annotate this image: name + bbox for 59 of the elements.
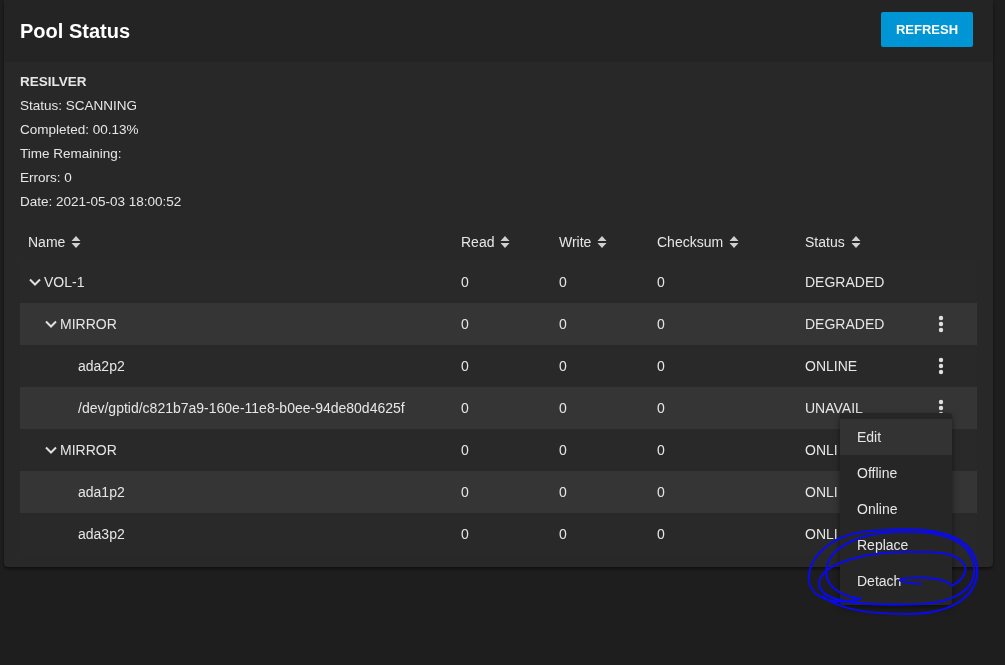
- table-cell: 0: [657, 484, 665, 500]
- table-cell: ONLI: [805, 442, 838, 458]
- scan-info-text: Date: 2021-05-03 18:00:52: [20, 193, 183, 211]
- table-cell: 0: [559, 484, 567, 500]
- table-cell: 0: [559, 400, 567, 416]
- table-cell: 0: [559, 316, 567, 332]
- device-name: MIRROR: [60, 442, 117, 458]
- column-header[interactable]: Write: [551, 233, 649, 250]
- device-name: ada2p2: [78, 358, 125, 374]
- table-cell: ONLI: [805, 526, 838, 542]
- table-cell: 0: [461, 526, 469, 542]
- table-cell: DEGRADED: [805, 316, 885, 332]
- scan-info-text: Time Remaining:: [20, 145, 123, 163]
- table-cell: 0: [461, 442, 469, 458]
- device-name: VOL-1: [44, 274, 85, 290]
- more-options-icon[interactable]: [938, 315, 944, 333]
- table-cell: 0: [657, 274, 665, 290]
- device-name: MIRROR: [60, 316, 117, 332]
- table-cell: 0: [657, 526, 665, 542]
- table-cell: 0: [559, 358, 567, 374]
- table-cell: 0: [461, 400, 469, 416]
- scan-info-text: Errors: 0: [20, 169, 73, 187]
- table-cell: ONLI: [805, 484, 838, 500]
- menu-item[interactable]: Offline: [840, 455, 952, 491]
- device-name: /dev/gptid/c821b7a9-160e-11e8-b0ee-94de80d4625f: [78, 400, 405, 416]
- table-cell: 0: [461, 358, 469, 374]
- menu-item[interactable]: Online: [840, 491, 952, 527]
- table-cell: 0: [657, 442, 665, 458]
- scan-info-text: Status: SCANNING: [20, 97, 139, 115]
- sort-icon: [850, 234, 861, 249]
- sort-icon: [729, 234, 740, 249]
- device-name: ada1p2: [78, 484, 125, 500]
- menu-item[interactable]: Replace: [840, 527, 952, 563]
- card-title: Pool Status: [20, 19, 130, 43]
- column-header[interactable]: Name: [20, 233, 453, 250]
- table-cell: 0: [559, 274, 567, 290]
- scan-heading: RESILVER: [20, 73, 88, 91]
- table-cell: DEGRADED: [805, 274, 885, 290]
- column-header[interactable]: Status: [797, 233, 917, 250]
- more-options-icon[interactable]: [938, 357, 944, 375]
- menu-item[interactable]: Detach: [840, 563, 952, 599]
- sort-icon: [71, 234, 82, 249]
- scan-info-text: Completed: 00.13%: [20, 121, 140, 139]
- table-cell: 0: [461, 316, 469, 332]
- device-name: ada3p2: [78, 526, 125, 542]
- table-cell: UNAVAIL: [805, 400, 863, 416]
- table-cell: 0: [657, 358, 665, 374]
- table-cell: 0: [559, 442, 567, 458]
- sort-icon: [597, 234, 608, 249]
- table-cell: 0: [461, 274, 469, 290]
- table-cell: 0: [461, 484, 469, 500]
- table-cell: 0: [657, 400, 665, 416]
- sort-icon: [500, 234, 511, 249]
- column-header[interactable]: Read: [453, 233, 551, 250]
- table-cell: 0: [559, 526, 567, 542]
- menu-item[interactable]: Edit: [840, 419, 952, 455]
- column-header[interactable]: Checksum: [649, 233, 797, 250]
- table-cell: 0: [657, 316, 665, 332]
- table-cell: ONLINE: [805, 358, 858, 374]
